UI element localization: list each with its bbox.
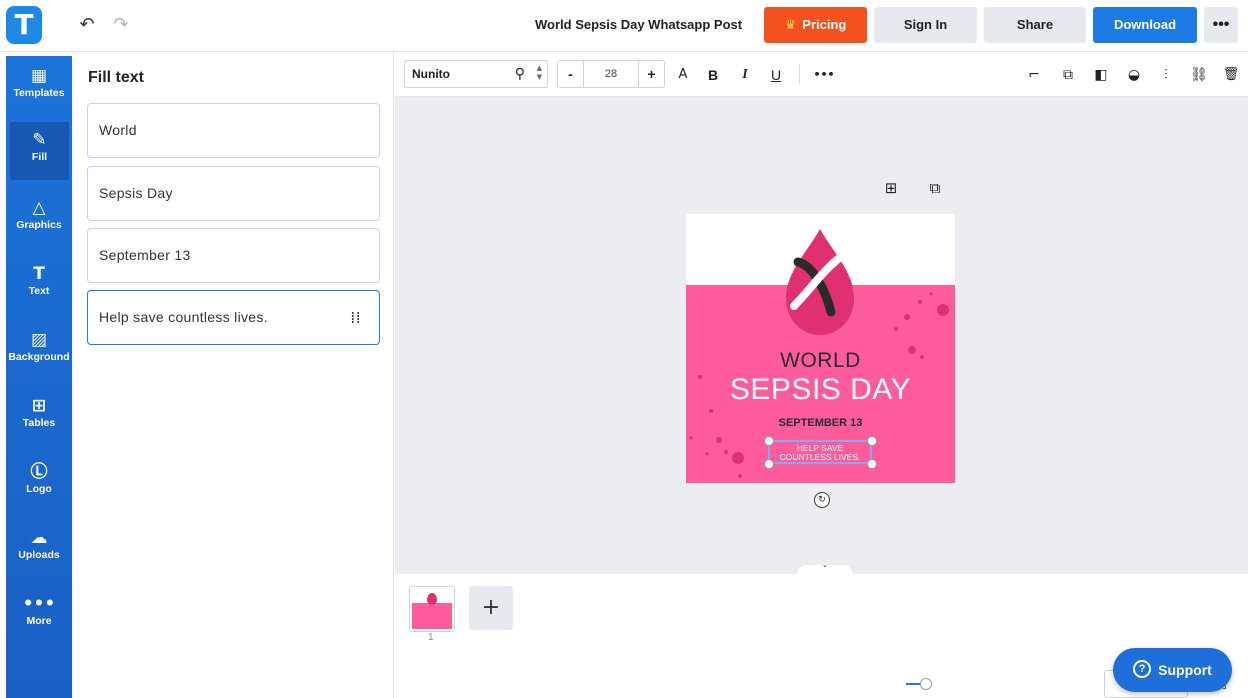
panel-title: Fill text xyxy=(88,69,145,86)
fill-field-sepsis-day[interactable]: Sepsis Day xyxy=(87,166,380,221)
toolbar-divider xyxy=(799,64,800,84)
layer-icon[interactable]: ◧ xyxy=(1091,65,1111,85)
sign-in-button[interactable]: Sign In xyxy=(874,7,977,43)
link-icon[interactable]: ⛓ xyxy=(1189,65,1209,85)
font-spinner-icon[interactable]: ▲ ▼ xyxy=(537,64,542,82)
copy-style-icon[interactable]: ⧉ xyxy=(1058,65,1078,85)
more-format-button[interactable]: ••• xyxy=(813,65,835,85)
pages-bar: 1 + ⛶ ?Support xyxy=(395,574,1248,698)
pencil-icon: ✎ xyxy=(32,130,47,150)
text-icon: T xyxy=(33,264,45,284)
spin-up-icon: ▲ xyxy=(536,64,542,72)
rotate-icon[interactable]: ↻ xyxy=(814,492,830,508)
resize-handle-top-left[interactable] xyxy=(764,436,774,446)
resize-handle-bottom-right[interactable] xyxy=(867,459,877,469)
download-button[interactable]: Download xyxy=(1093,7,1197,43)
sidebar-item-logo[interactable]: Ⓛ Logo xyxy=(6,454,72,512)
sidebar-item-label: Graphics xyxy=(16,219,62,231)
text-case-button[interactable]: A xyxy=(675,65,691,85)
align-icon[interactable]: ⫶ xyxy=(1156,65,1176,85)
page-thumbnail[interactable] xyxy=(409,586,455,632)
cloud-upload-icon: ☁ xyxy=(30,528,48,548)
sidebar-item-label: Text xyxy=(28,285,50,297)
fill-text-panel: Fill text World Sepsis Day September 13 … xyxy=(72,52,394,698)
fill-field-help-text: Help save countless lives. xyxy=(99,309,268,325)
redo-icon[interactable]: ↷ xyxy=(110,13,132,37)
drag-handle-icon[interactable]: ⁞⁞ xyxy=(350,291,361,344)
sidebar-item-label: Logo xyxy=(26,483,52,495)
sidebar-item-background[interactable]: ▨ Background xyxy=(6,322,72,380)
sidebar-item-label: Fill xyxy=(31,151,48,163)
more-icon: ••• xyxy=(22,594,56,614)
table-icon: ⊞ xyxy=(31,396,47,416)
font-size-input[interactable]: 28 xyxy=(584,61,638,87)
shapes-icon: △ xyxy=(32,198,46,218)
sidebar-item-label: Background xyxy=(8,351,70,363)
sidebar-item-tables[interactable]: ⊞ Tables xyxy=(6,388,72,446)
font-family-value: Nunito xyxy=(412,67,450,81)
crown-icon: ♛ xyxy=(784,18,797,33)
design-text-date[interactable]: SEPTEMBER 13 xyxy=(686,417,955,429)
add-page-icon[interactable]: ⊞ xyxy=(882,179,900,197)
sidebar-item-label: Uploads xyxy=(18,549,60,561)
thumb-drop xyxy=(427,593,437,605)
design-artboard[interactable]: WORLD SEPSIS DAY SEPTEMBER 13 HELP SAVE … xyxy=(686,214,955,483)
background-icon: ▨ xyxy=(30,330,48,350)
spin-down-icon: ▼ xyxy=(536,73,542,81)
zoom-slider-handle[interactable] xyxy=(920,678,932,690)
text-toolbar: Nunito ⚲ ▲ ▼ - 28 + A B I U ••• ⌐ ⧉ ◧ ◒ ⫶… xyxy=(395,52,1248,97)
sidebar-item-label: Tables xyxy=(22,417,56,429)
share-button[interactable]: Share xyxy=(984,7,1086,43)
font-size-stepper: - 28 + xyxy=(557,60,665,88)
sidebar-item-fill[interactable]: ✎ Fill xyxy=(10,122,69,180)
add-page-button[interactable]: + xyxy=(469,586,513,630)
support-button[interactable]: ? Support xyxy=(1113,648,1232,692)
top-bar: T ↶ ↷ World Sepsis Day Whatsapp Post ♛ Pr… xyxy=(0,0,1248,52)
resize-handle-bottom-left[interactable] xyxy=(764,459,774,469)
italic-button[interactable]: I xyxy=(737,65,753,85)
templates-icon: ▦ xyxy=(30,66,48,86)
sidebar-item-graphics[interactable]: △ Graphics xyxy=(6,190,72,248)
fill-field-help[interactable]: Help save countless lives. ⁞⁞ xyxy=(87,290,380,345)
duplicate-page-icon[interactable]: ⧉ xyxy=(926,179,944,197)
sidebar-item-text[interactable]: T Text xyxy=(6,256,72,314)
bold-button[interactable]: B xyxy=(705,65,721,85)
app-logo[interactable]: T xyxy=(6,6,42,44)
underline-button[interactable]: U xyxy=(768,65,784,85)
delete-icon[interactable]: 🗑 xyxy=(1221,65,1241,85)
design-text-world[interactable]: WORLD xyxy=(686,349,955,373)
fill-field-date[interactable]: September 13 xyxy=(87,228,380,283)
page-number: 1 xyxy=(428,632,434,643)
selection-box xyxy=(768,440,872,464)
resize-handle-top-right[interactable] xyxy=(867,436,877,446)
document-title[interactable]: World Sepsis Day Whatsapp Post xyxy=(535,17,742,32)
font-family-select[interactable]: Nunito ⚲ ▲ ▼ xyxy=(404,60,548,88)
support-label: Support xyxy=(1158,662,1212,678)
font-size-decrease-button[interactable]: - xyxy=(558,61,584,87)
fill-field-world[interactable]: World xyxy=(87,103,380,158)
undo-icon[interactable]: ↶ xyxy=(76,13,98,37)
sidebar-item-label: Templates xyxy=(13,87,65,99)
sidebar-item-more[interactable]: ••• More xyxy=(6,586,72,644)
pricing-label: Pricing xyxy=(802,17,847,32)
sidebar-item-templates[interactable]: ▦ Templates xyxy=(6,58,72,116)
canvas-area: ⊞ ⧉ WORLD SEPSIS DAY SEPTEMBER 13 HELP S… xyxy=(395,97,1248,576)
search-icon: ⚲ xyxy=(514,66,525,82)
font-size-increase-button[interactable]: + xyxy=(638,61,664,87)
help-icon: ? xyxy=(1133,660,1152,679)
thumb-pink xyxy=(412,603,452,629)
design-text-sepsis-day[interactable]: SEPSIS DAY xyxy=(686,373,955,407)
more-options-button[interactable]: ••• xyxy=(1204,7,1238,43)
paint-roller-icon[interactable]: ⌐ xyxy=(1024,65,1044,85)
opacity-icon[interactable]: ◒ xyxy=(1124,65,1144,85)
logo-icon: Ⓛ xyxy=(30,462,48,482)
sidebar-item-uploads[interactable]: ☁ Uploads xyxy=(6,520,72,578)
pricing-button[interactable]: ♛ Pricing xyxy=(764,7,867,43)
sidebar-item-label: More xyxy=(26,615,52,627)
left-sidebar: ▦ Templates ✎ Fill △ Graphics T Text ▨ Backgr… xyxy=(6,56,72,698)
